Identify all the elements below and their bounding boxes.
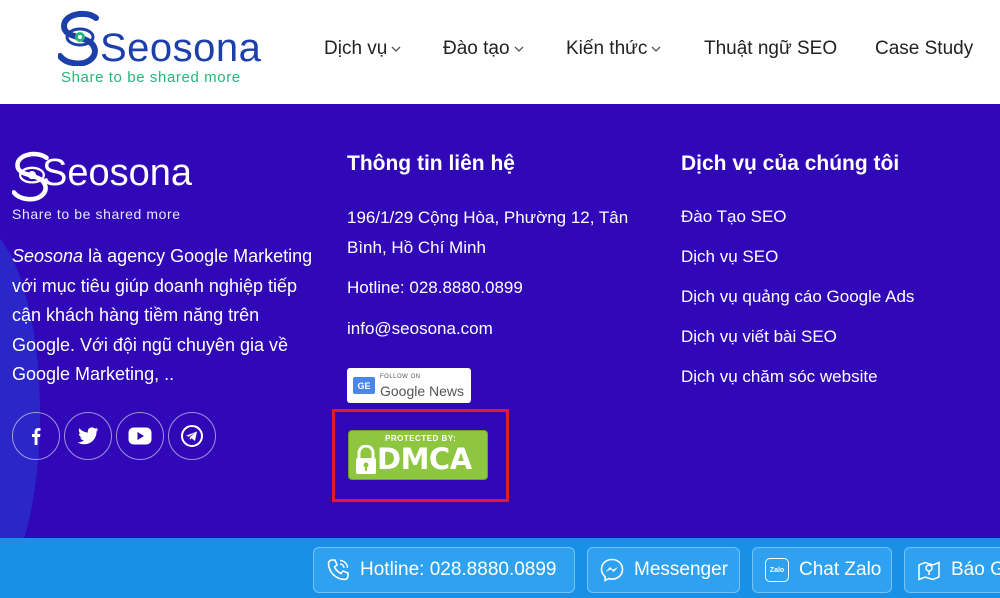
footer-logo-tagline: Share to be shared more — [12, 206, 181, 222]
dmca-label: DMCA — [377, 442, 472, 476]
nav-label: Dịch vụ — [324, 38, 388, 59]
google-news-follow-label: FOLLOW ON — [380, 374, 421, 380]
footer-contact-column: Thông tin liên hệ 196/1/29 Cộng Hòa, Phư… — [347, 152, 647, 343]
about-text: Seosona là agency Google Marketing với m… — [12, 242, 322, 390]
telegram-button[interactable] — [168, 412, 216, 460]
footer-logo[interactable]: Seosona Share to be shared more — [12, 148, 212, 226]
report-button[interactable]: Báo G — [904, 547, 1000, 593]
nav-label: Thuật ngữ SEO — [704, 38, 838, 59]
lock-icon — [356, 445, 376, 474]
service-link[interactable]: Dịch vụ viết bài SEO — [681, 327, 1000, 347]
map-pin-icon — [915, 556, 943, 584]
contact-bar: Hotline: 028.8880.0899 Messenger Zalo Ch… — [0, 538, 1000, 598]
google-news-badge[interactable]: GE FOLLOW ON Google News — [347, 368, 471, 403]
contact-address: 196/1/29 Cộng Hòa, Phường 12, Tân Bình, … — [347, 208, 629, 257]
messenger-label: Messenger — [634, 559, 728, 580]
logo-wordmark: Seosona — [100, 26, 262, 70]
dmca-highlight-box: PROTECTED BY: DMCA — [332, 409, 509, 502]
chevron-down-icon — [391, 46, 401, 52]
youtube-button[interactable] — [116, 412, 164, 460]
service-link[interactable]: Đào Tạo SEO — [681, 207, 1000, 227]
social-links — [12, 412, 216, 460]
site-footer: Seosona Share to be shared more Seosona … — [0, 104, 1000, 538]
nav-label: Case Study — [875, 38, 974, 59]
telegram-icon — [181, 425, 203, 447]
zalo-label: Chat Zalo — [799, 559, 882, 580]
site-logo[interactable]: Seosona Share to be shared more — [58, 8, 268, 92]
contact-email[interactable]: info@seosona.com — [347, 314, 647, 344]
phone-icon — [324, 556, 352, 584]
chevron-down-icon — [514, 46, 524, 52]
services-title: Dịch vụ của chúng tôi — [681, 152, 900, 175]
about-brand: Seosona — [12, 246, 84, 266]
twitter-button[interactable] — [64, 412, 112, 460]
messenger-icon — [598, 556, 626, 584]
service-link[interactable]: Dịch vụ chăm sóc website — [681, 367, 1000, 387]
twitter-icon — [77, 427, 99, 445]
logo-eye-icon — [58, 10, 99, 66]
facebook-button[interactable] — [12, 412, 60, 460]
nav-item-thuat-ngu-seo[interactable]: Thuật ngữ SEO — [704, 38, 837, 60]
nav-item-case-study[interactable]: Case Study — [875, 38, 973, 60]
footer-about-column: Seosona Share to be shared more Seosona … — [12, 148, 322, 390]
nav-label: Đào tạo — [443, 38, 510, 59]
about-description: là agency Google Marketing với mục tiêu … — [12, 246, 313, 384]
zalo-icon: Zalo — [763, 556, 791, 584]
service-link[interactable]: Dịch vụ SEO — [681, 247, 1000, 267]
zalo-button[interactable]: Zalo Chat Zalo — [752, 547, 892, 593]
facebook-icon — [32, 428, 41, 445]
contact-title: Thông tin liên hệ — [347, 152, 515, 175]
hotline-label: Hotline: 028.8880.0899 — [360, 559, 557, 580]
dmca-badge[interactable]: PROTECTED BY: DMCA — [348, 430, 488, 480]
logo-tagline: Share to be shared more — [61, 69, 241, 86]
service-link[interactable]: Dịch vụ quảng cáo Google Ads — [681, 287, 1000, 307]
nav-item-kien-thuc[interactable]: Kiến thức — [566, 38, 662, 60]
nav-item-dich-vu[interactable]: Dịch vụ — [324, 38, 402, 60]
contact-hotline[interactable]: Hotline: 028.8880.0899 — [347, 273, 647, 303]
google-news-label: Google News — [380, 383, 465, 399]
footer-logo-wordmark: Seosona — [42, 152, 193, 194]
messenger-button[interactable]: Messenger — [587, 547, 740, 593]
youtube-icon — [128, 427, 152, 445]
footer-services-column: Dịch vụ của chúng tôi Đào Tạo SEO Dịch v… — [681, 152, 1000, 387]
zalo-icon-badge: Zalo — [765, 558, 789, 582]
hotline-button[interactable]: Hotline: 028.8880.0899 — [313, 547, 575, 593]
nav-label: Kiến thức — [566, 38, 648, 59]
chevron-down-icon — [651, 46, 661, 52]
google-news-icon: GE — [353, 377, 375, 394]
report-label: Báo G — [951, 559, 1000, 580]
site-header: Seosona Share to be shared more Dịch vụ … — [0, 0, 1000, 104]
nav-item-dao-tao[interactable]: Đào tạo — [443, 38, 525, 60]
